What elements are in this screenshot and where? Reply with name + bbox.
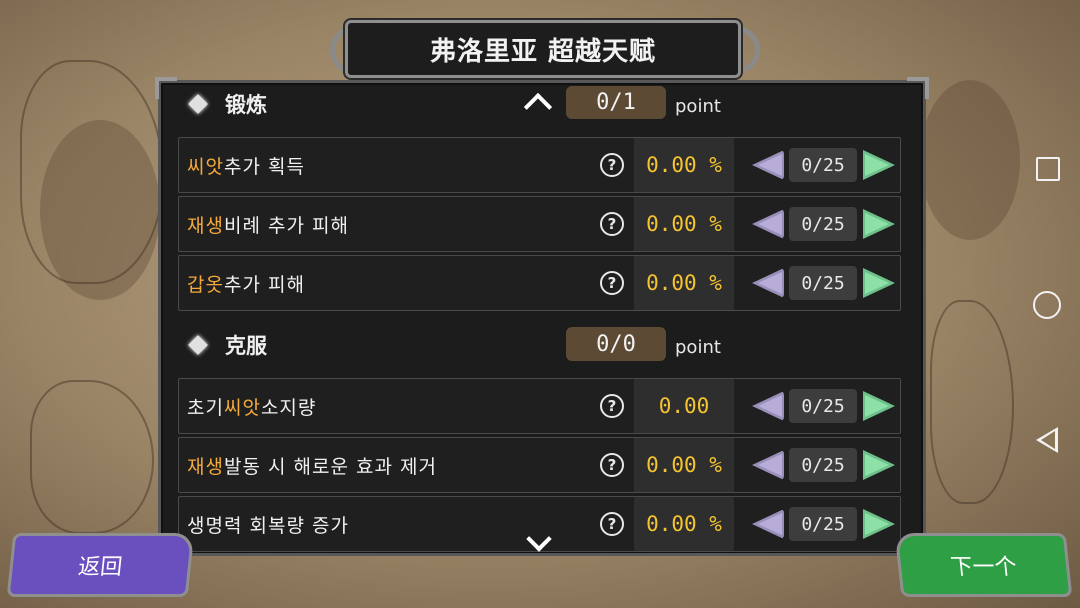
talent-label-text: 소지량 [260, 396, 317, 419]
talent-value: 0.00 % [634, 438, 734, 492]
talent-label-keyword: 씨앗 [223, 396, 261, 419]
map-background-stain [920, 80, 1020, 240]
talent-label-text: 초기 [187, 396, 224, 419]
talent-label: 생명력 회복량 증가 [187, 497, 349, 551]
talent-value: 0.00 [634, 379, 734, 433]
talent-value: 0.00 % [634, 256, 734, 310]
talent-row: 씨앗 추가 획득 ? 0.00 % 0/25 [178, 137, 901, 193]
talent-value: 0.00 % [634, 497, 734, 551]
panel-corner-ornament [907, 77, 929, 99]
section-points: 0/0 [566, 327, 666, 361]
recents-icon[interactable] [1036, 157, 1060, 181]
talent-label-keyword: 갑옷 [187, 273, 224, 296]
talent-level-count: 0/25 [789, 448, 857, 482]
talent-row: 갑옷 추가 피해 ? 0.00 % 0/25 [178, 255, 901, 311]
point-label: point [675, 337, 721, 358]
map-background-coastline [20, 60, 164, 284]
talent-level-count: 0/25 [789, 266, 857, 300]
help-icon[interactable]: ? [600, 394, 624, 418]
talent-row: 초기 씨앗 소지량 ? 0.00 0/25 [178, 378, 901, 434]
talent-level-count: 0/25 [789, 207, 857, 241]
map-background-coastline [30, 380, 154, 534]
talent-label-keyword: 씨앗 [187, 155, 224, 178]
talent-label-text: 추가 획득 [223, 155, 305, 178]
back-button[interactable]: 返回 [6, 533, 195, 597]
map-background-coastline [930, 300, 1014, 504]
diamond-icon [188, 335, 208, 355]
talent-row: 재생 비례 추가 피해 ? 0.00 % 0/25 [178, 196, 901, 252]
talent-label: 갑옷 추가 피해 [187, 256, 305, 310]
section-header-overcome: 克服 [185, 325, 267, 365]
talent-label: 초기 씨앗 소지량 [187, 379, 316, 433]
system-back-icon-inner [1041, 431, 1055, 449]
diamond-icon [188, 94, 208, 114]
talent-label-text: 비례 추가 피해 [223, 214, 349, 237]
help-icon[interactable]: ? [600, 453, 624, 477]
help-icon[interactable]: ? [600, 512, 624, 536]
help-icon[interactable]: ? [600, 153, 624, 177]
section-points: 0/1 [566, 86, 666, 119]
talent-level-count: 0/25 [789, 507, 857, 541]
talent-label: 재생 비례 추가 피해 [187, 197, 349, 251]
page-title: 弗洛里亚 超越天赋 [345, 20, 741, 78]
talent-label: 씨앗 추가 획득 [187, 138, 305, 192]
panel-corner-ornament [155, 77, 177, 99]
help-icon[interactable]: ? [600, 212, 624, 236]
home-icon[interactable] [1033, 291, 1061, 319]
talent-value: 0.00 % [634, 138, 734, 192]
section-header-training: 锻炼 [185, 84, 267, 124]
talent-row: 재생 발동 시 해로운 효과 제거 ? 0.00 % 0/25 [178, 437, 901, 493]
point-label: point [675, 96, 721, 117]
help-icon[interactable]: ? [600, 271, 624, 295]
section-title: 克服 [225, 334, 267, 358]
talent-level-count: 0/25 [789, 148, 857, 182]
talent-level-count: 0/25 [789, 389, 857, 423]
talent-label-text: 생명력 회복량 증가 [187, 514, 349, 537]
section-title: 锻炼 [225, 93, 267, 117]
talent-label-keyword: 재생 [187, 214, 224, 237]
talent-label-text: 추가 피해 [223, 273, 305, 296]
talent-label: 재생 발동 시 해로운 효과 제거 [187, 438, 437, 492]
talent-value: 0.00 % [634, 197, 734, 251]
talent-label-text: 발동 시 해로운 효과 제거 [223, 455, 437, 478]
talent-label-keyword: 재생 [187, 455, 224, 478]
